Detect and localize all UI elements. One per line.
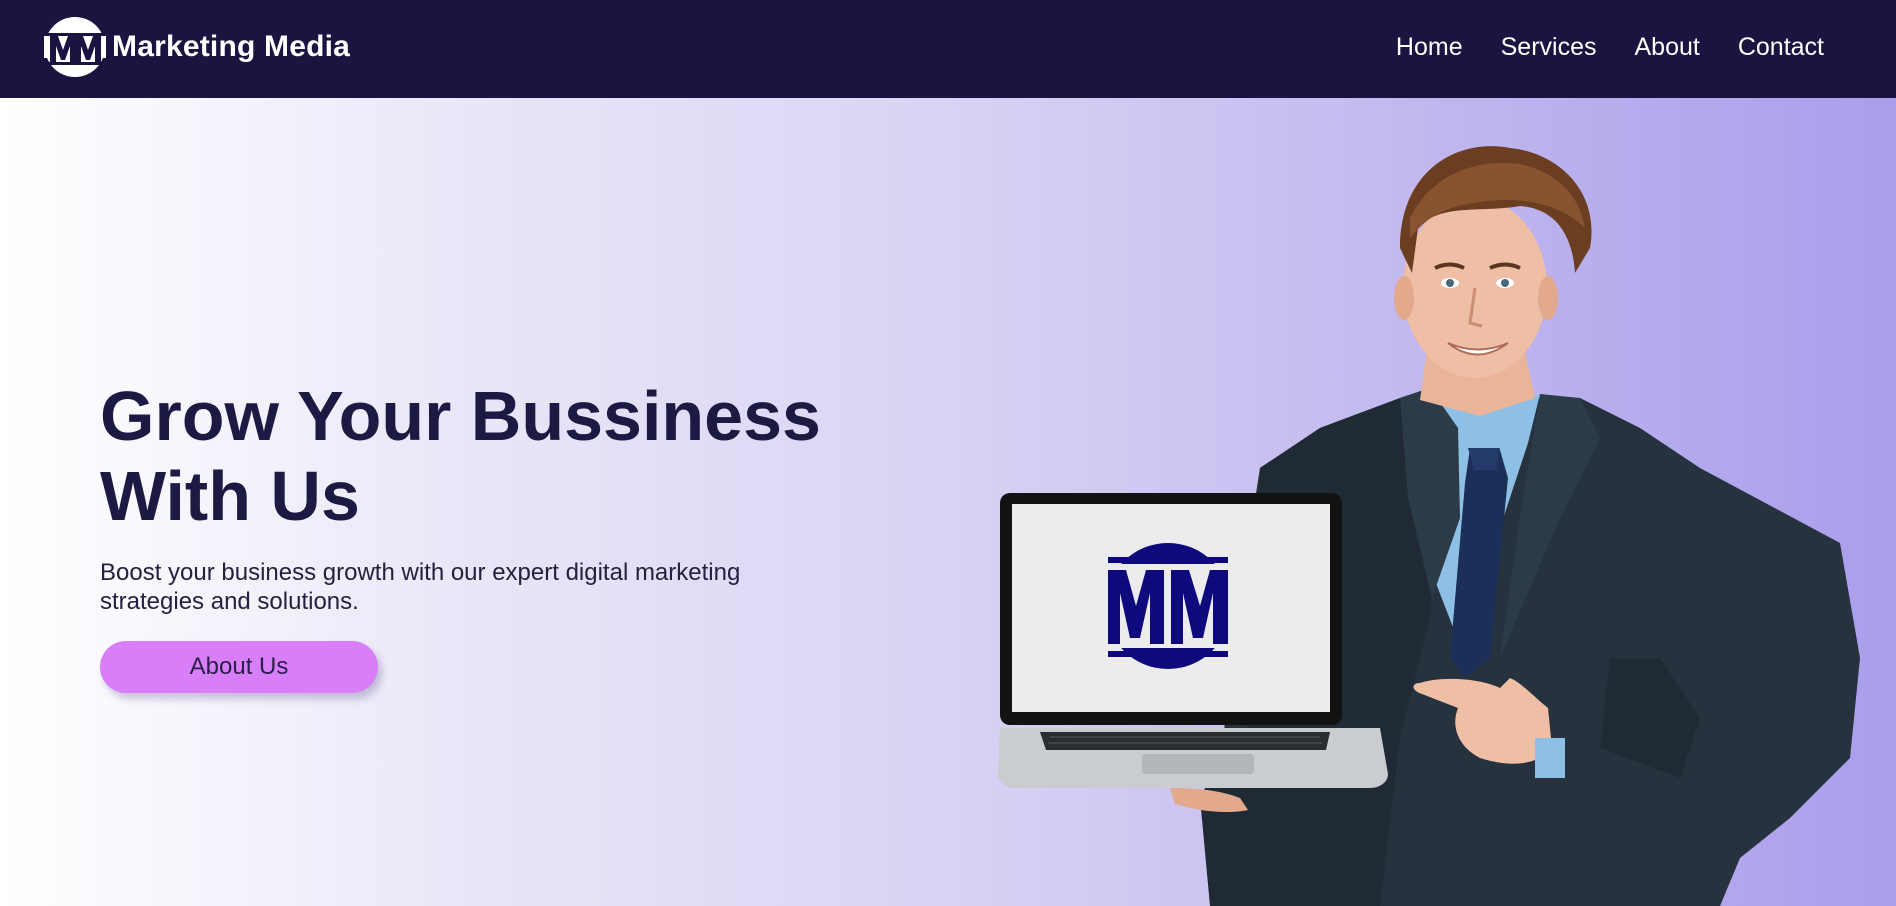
hero-subtitle: Boost your business growth with our expe… — [100, 559, 741, 615]
nav-home[interactable]: Home — [1396, 33, 1463, 62]
nav-contact[interactable]: Contact — [1738, 33, 1824, 62]
about-us-button[interactable]: About Us — [100, 641, 378, 693]
nav-links: Home Services About Contact — [1396, 33, 1824, 62]
businessman-with-laptop-image — [998, 146, 1860, 906]
brand-name: Marketing Media — [112, 30, 351, 63]
nav-about[interactable]: About — [1634, 33, 1699, 62]
hero-title: Grow Your Bussiness With Us — [100, 377, 821, 535]
nav-services[interactable]: Services — [1501, 33, 1597, 62]
hero-section: Grow Your Bussiness With Us Boost your b… — [0, 98, 1896, 906]
brand-link[interactable]: Marketing Media — [44, 16, 350, 78]
navbar: Marketing Media Home Services About Cont… — [0, 0, 1896, 98]
mm-logo-icon — [44, 17, 106, 77]
